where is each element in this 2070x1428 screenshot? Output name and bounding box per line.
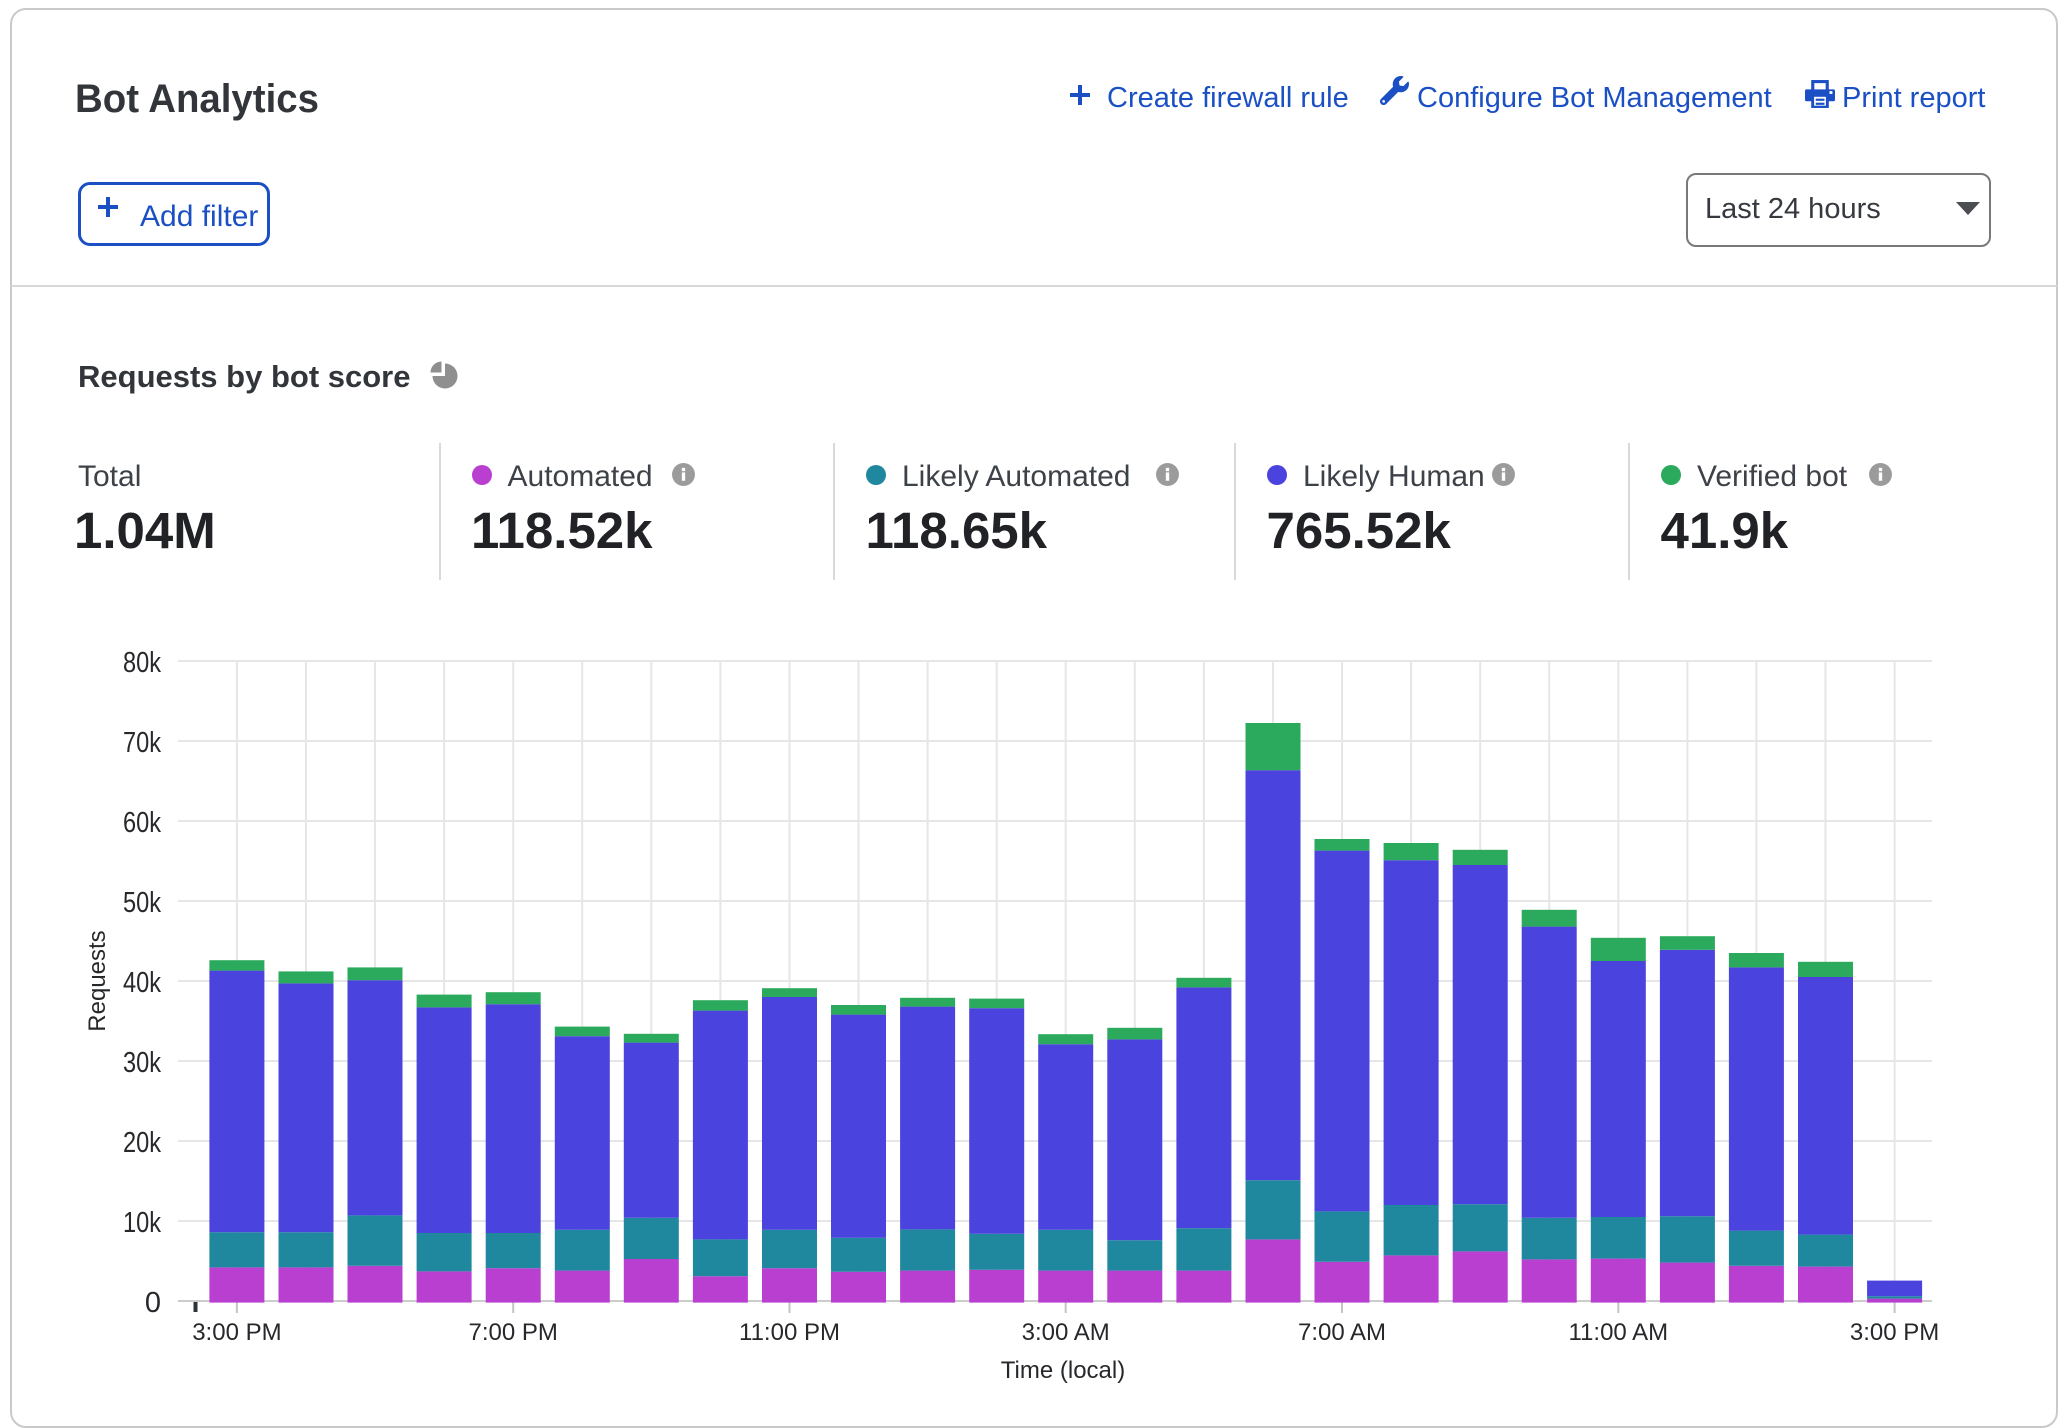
svg-text:20k: 20k [123, 1127, 161, 1159]
svg-text:7:00 PM: 7:00 PM [469, 1319, 558, 1346]
svg-text:60k: 60k [123, 807, 161, 839]
svg-text:30k: 30k [123, 1047, 161, 1079]
svg-text:70k: 70k [123, 727, 161, 759]
svg-text:3:00 PM: 3:00 PM [1850, 1319, 1939, 1346]
svg-text:Requests: Requests [84, 930, 111, 1031]
svg-text:11:00 PM: 11:00 PM [739, 1319, 840, 1346]
svg-text:50k: 50k [123, 887, 161, 919]
svg-text:0: 0 [145, 1287, 161, 1319]
svg-text:Time (local): Time (local) [1001, 1357, 1125, 1384]
svg-text:3:00 AM: 3:00 AM [1022, 1319, 1110, 1346]
svg-text:3:00 PM: 3:00 PM [192, 1319, 281, 1346]
svg-text:80k: 80k [123, 647, 161, 679]
svg-text:40k: 40k [123, 967, 161, 999]
svg-text:11:00 AM: 11:00 AM [1568, 1319, 1668, 1346]
svg-text:10k: 10k [123, 1207, 161, 1239]
svg-text:7:00 AM: 7:00 AM [1298, 1319, 1386, 1346]
